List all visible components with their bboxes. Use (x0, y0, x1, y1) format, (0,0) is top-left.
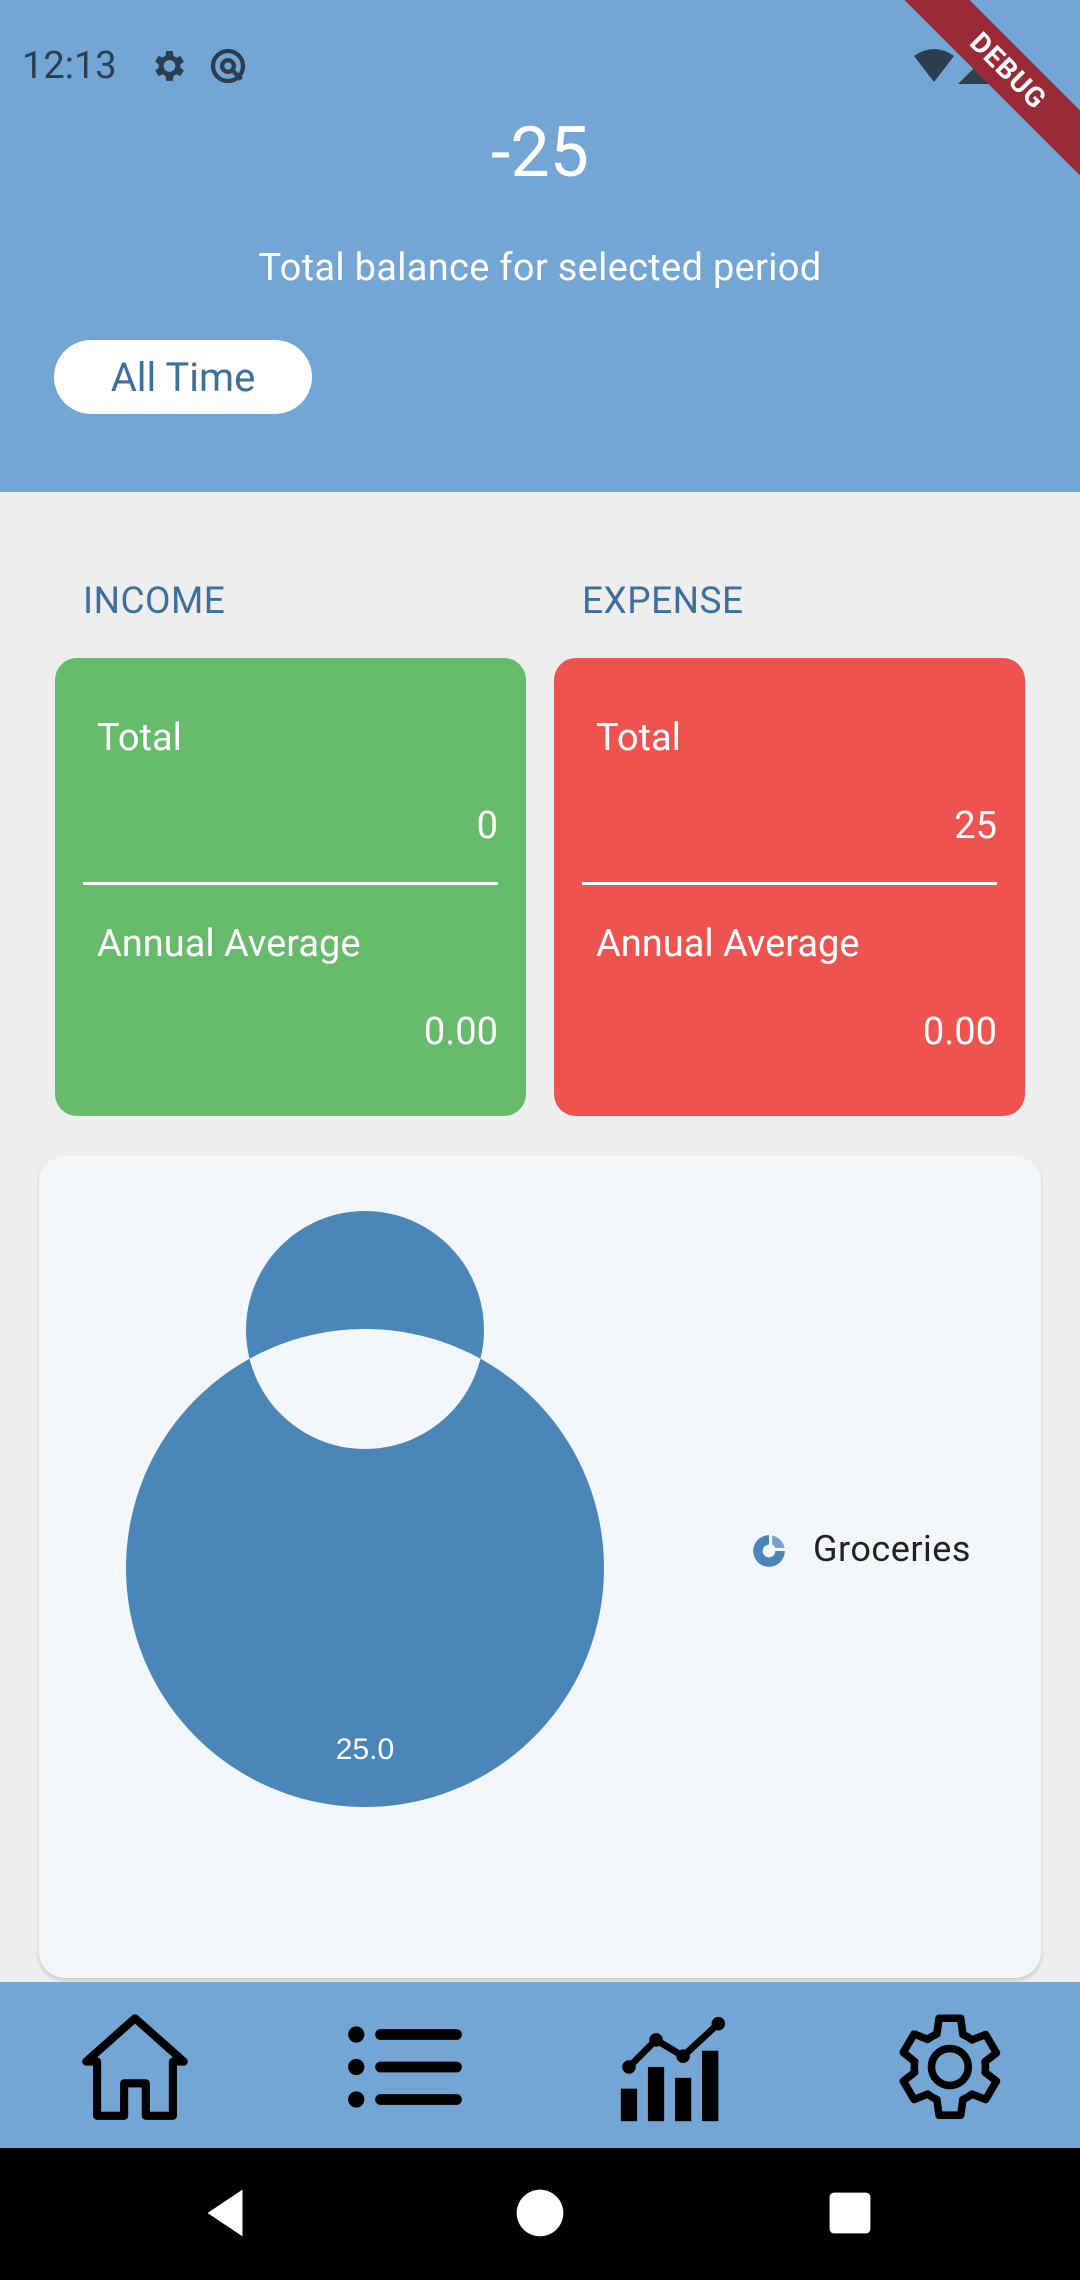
recents-icon[interactable] (815, 2178, 885, 2248)
settings-icon[interactable] (880, 2002, 1010, 2132)
home-icon[interactable] (70, 2002, 200, 2132)
bottom-nav (0, 1982, 1080, 2148)
list-icon[interactable] (340, 2002, 470, 2132)
donut-data-label: 25.0 (336, 1733, 394, 1766)
donut-slice-groceries[interactable] (125, 1211, 604, 1807)
donut-chart[interactable]: 25.0 (0, 0, 1080, 2280)
system-nav-bar (0, 2148, 1080, 2280)
chart-icon[interactable] (610, 2002, 740, 2132)
home-circle-icon[interactable] (505, 2178, 575, 2248)
legend-label-groceries: Groceries (813, 1528, 971, 1570)
groceries-legend-icon (753, 1535, 785, 1567)
back-icon[interactable] (190, 2178, 260, 2248)
